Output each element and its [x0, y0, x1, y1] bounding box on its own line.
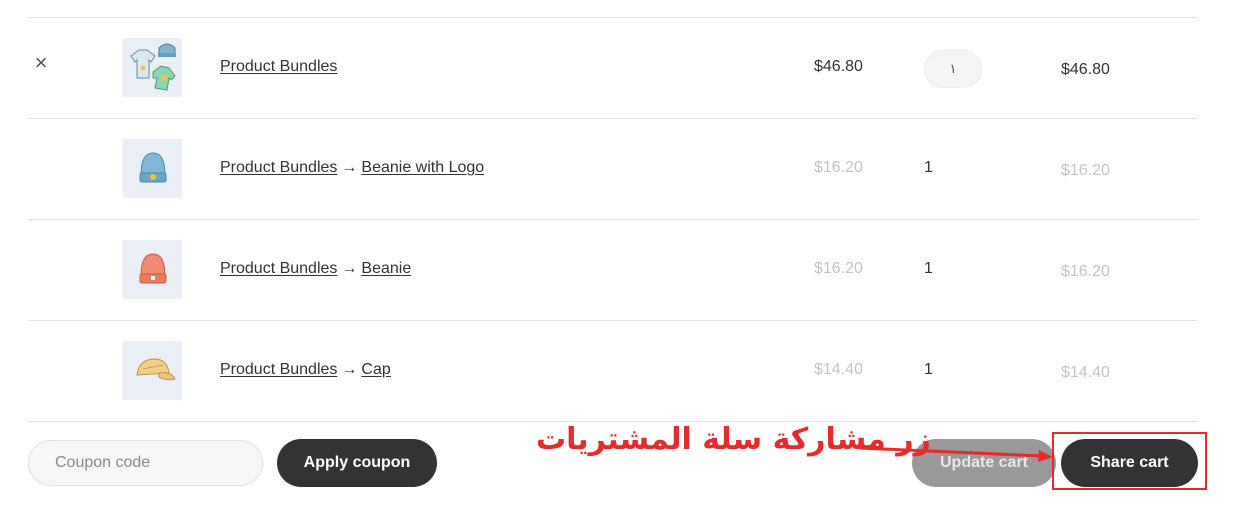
orange-beanie-icon[interactable] — [123, 240, 182, 299]
item-subtotal: $16.20 — [1061, 162, 1110, 179]
item-price: $14.40 — [814, 361, 863, 378]
product-link-parent[interactable]: Product Bundles — [220, 159, 337, 176]
item-subtotal: $46.80 — [1061, 61, 1110, 78]
annotation-arrow-icon — [859, 446, 1053, 462]
yellow-cap-icon[interactable] — [123, 341, 182, 400]
item-subtotal: $14.40 — [1061, 364, 1110, 381]
arrow-separator: → — [341, 361, 358, 378]
cart-table: × Product Bundles $46.80 ١ $46.80 Produc… — [28, 0, 1198, 422]
arrow-separator: → — [341, 159, 358, 176]
apply-coupon-button[interactable]: Apply coupon — [277, 439, 437, 487]
item-quantity: 1 — [924, 159, 933, 176]
item-subtotal: $16.20 — [1061, 263, 1110, 280]
item-quantity: 1 — [924, 260, 933, 277]
item-price: $16.20 — [814, 260, 863, 277]
product-link-child[interactable]: Cap — [361, 361, 390, 378]
cart-row: Product Bundles → Cap $14.40 1 $14.40 — [28, 320, 1198, 422]
item-price: $16.20 — [814, 159, 863, 176]
cart-row: Product Bundles → Beanie $16.20 1 $16.20 — [28, 219, 1198, 320]
blue-beanie-icon[interactable] — [123, 139, 182, 198]
product-link-child[interactable]: Beanie — [361, 260, 411, 277]
product-link-parent[interactable]: Product Bundles — [220, 58, 337, 75]
coupon-code-input[interactable] — [28, 440, 263, 486]
share-cart-highlight-box — [1052, 432, 1207, 490]
product-name: Product Bundles → Beanie — [220, 260, 411, 278]
bundle-apparel-icon[interactable] — [123, 38, 182, 97]
item-price: $46.80 — [814, 58, 863, 75]
cart-row: × Product Bundles $46.80 ١ $46.80 — [28, 17, 1198, 118]
quantity-input[interactable]: ١ — [924, 50, 982, 88]
product-name: Product Bundles — [220, 58, 337, 76]
arrow-separator: → — [341, 260, 358, 277]
product-link-parent[interactable]: Product Bundles — [220, 361, 337, 378]
remove-item-icon[interactable]: × — [32, 52, 50, 74]
product-link-child[interactable]: Beanie with Logo — [361, 159, 484, 176]
cart-row: Product Bundles → Beanie with Logo $16.20 … — [28, 118, 1198, 219]
product-name: Product Bundles → Cap — [220, 361, 391, 379]
product-name: Product Bundles → Beanie with Logo — [220, 159, 484, 177]
item-quantity: 1 — [924, 361, 933, 378]
product-link-parent[interactable]: Product Bundles — [220, 260, 337, 277]
